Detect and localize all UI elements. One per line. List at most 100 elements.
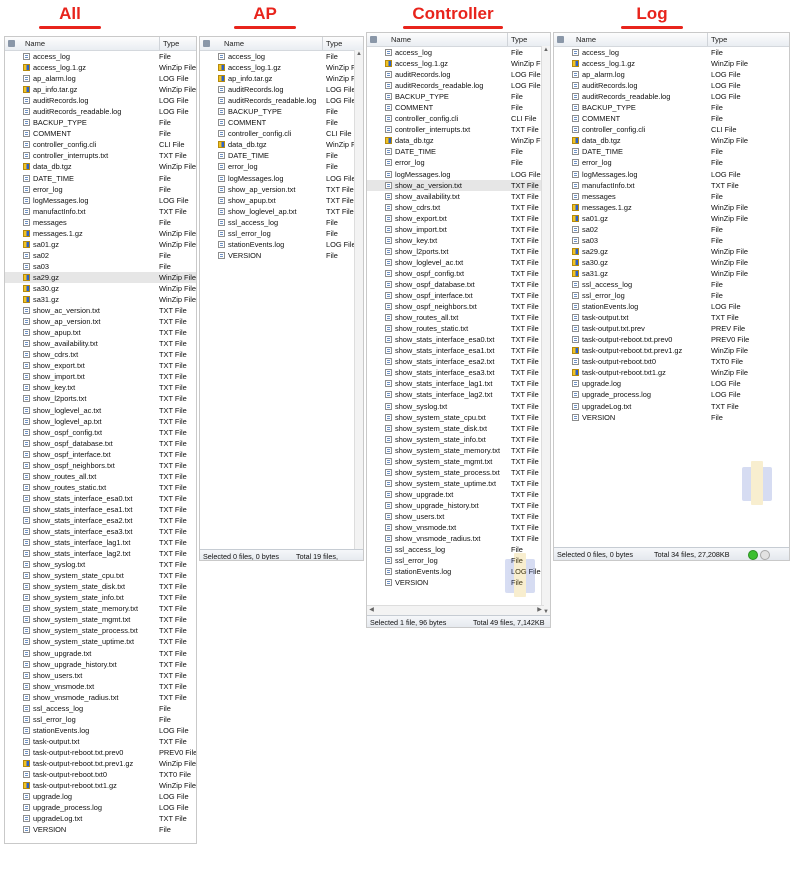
- file-row[interactable]: task-output-reboot.txt.prev1.gz WinZip Fi…: [554, 345, 789, 356]
- file-row[interactable]: auditRecords_readable.log LOG File: [200, 95, 363, 106]
- file-row[interactable]: show_import.txt TXT File: [367, 224, 550, 235]
- file-row[interactable]: ap_alarm.log LOG File: [5, 73, 196, 84]
- file-row[interactable]: ssl_error_log File: [5, 714, 196, 725]
- column-type-header[interactable]: Type: [711, 35, 727, 44]
- file-row[interactable]: access_log File: [367, 47, 550, 58]
- scroll-right-arrow-icon[interactable]: ▶: [535, 606, 544, 615]
- file-row[interactable]: data_db.tgz WinZip File: [367, 135, 550, 146]
- file-row[interactable]: show_system_state_cpu.txt TXT File: [5, 570, 196, 581]
- file-row[interactable]: COMMENT File: [200, 117, 363, 128]
- file-row[interactable]: task-output.txt TXT File: [554, 312, 789, 323]
- file-row[interactable]: error_log File: [554, 157, 789, 168]
- file-row[interactable]: VERSION File: [5, 824, 196, 835]
- file-row[interactable]: show_availability.txt TXT File: [367, 191, 550, 202]
- file-row[interactable]: logMessages.log LOG File: [5, 195, 196, 206]
- file-row[interactable]: sa01.gz WinZip File: [554, 213, 789, 224]
- file-row[interactable]: show_syslog.txt TXT File: [5, 559, 196, 570]
- column-separator[interactable]: [507, 33, 508, 46]
- file-row[interactable]: access_log.1.gz WinZip File: [200, 62, 363, 73]
- file-row[interactable]: auditRecords_readable.log LOG File: [367, 80, 550, 91]
- file-row[interactable]: VERSION File: [554, 412, 789, 423]
- file-row[interactable]: DATE_TIME File: [200, 150, 363, 161]
- file-row[interactable]: data_db.tgz WinZip File: [554, 135, 789, 146]
- file-row[interactable]: DATE_TIME File: [367, 146, 550, 157]
- file-row[interactable]: show_loglevel_ap.txt TXT File: [200, 206, 363, 217]
- file-row[interactable]: show_key.txt TXT File: [5, 382, 196, 393]
- file-row[interactable]: task-output.txt.prev PREV File: [554, 323, 789, 334]
- file-row[interactable]: VERSION File: [200, 250, 363, 261]
- file-row[interactable]: COMMENT File: [554, 113, 789, 124]
- file-row[interactable]: show_key.txt TXT File: [367, 235, 550, 246]
- file-row[interactable]: access_log.1.gz WinZip File: [367, 58, 550, 69]
- vertical-scrollbar[interactable]: ▲ ▼: [354, 50, 363, 560]
- file-row[interactable]: task-output-reboot.txt0 TXT0 File: [554, 356, 789, 367]
- file-row[interactable]: manufactInfo.txt TXT File: [554, 180, 789, 191]
- file-row[interactable]: show_ap_version.txt TXT File: [5, 316, 196, 327]
- file-row[interactable]: error_log File: [367, 157, 550, 168]
- file-row[interactable]: auditRecords_readable.log LOG File: [5, 106, 196, 117]
- file-row[interactable]: sa02 File: [5, 250, 196, 261]
- file-row[interactable]: sa29.gz WinZip File: [554, 246, 789, 257]
- file-row[interactable]: show_system_state_mgmt.txt TXT File: [367, 456, 550, 467]
- file-row[interactable]: show_system_state_disk.txt TXT File: [367, 423, 550, 434]
- column-name-header[interactable]: Name: [391, 35, 411, 44]
- file-row[interactable]: access_log File: [5, 51, 196, 62]
- file-row[interactable]: show_upgrade.txt TXT File: [367, 489, 550, 500]
- file-row[interactable]: show_ac_version.txt TXT File: [5, 305, 196, 316]
- file-row[interactable]: show_routes_all.txt TXT File: [367, 312, 550, 323]
- file-row[interactable]: show_import.txt TXT File: [5, 371, 196, 382]
- file-row[interactable]: upgrade.log LOG File: [5, 791, 196, 802]
- file-row[interactable]: controller_interrupts.txt TXT File: [367, 124, 550, 135]
- file-row[interactable]: show_stats_interface_esa0.txt TXT File: [5, 493, 196, 504]
- file-row[interactable]: show_stats_interface_esa1.txt TXT File: [5, 504, 196, 515]
- file-row[interactable]: show_export.txt TXT File: [367, 213, 550, 224]
- file-row[interactable]: ap_alarm.log LOG File: [554, 69, 789, 80]
- file-row[interactable]: show_stats_interface_lag1.txt TXT File: [5, 537, 196, 548]
- file-row[interactable]: show_loglevel_ac.txt TXT File: [5, 405, 196, 416]
- file-row[interactable]: show_vnsmode_radius.txt TXT File: [5, 692, 196, 703]
- file-row[interactable]: show_ospf_config.txt TXT File: [5, 427, 196, 438]
- file-row[interactable]: show_l2ports.txt TXT File: [367, 246, 550, 257]
- file-row[interactable]: DATE_TIME File: [554, 146, 789, 157]
- file-row[interactable]: show_vnsmode_radius.txt TXT File: [367, 533, 550, 544]
- file-row[interactable]: ap_info.tar.gz WinZip File: [5, 84, 196, 95]
- file-row[interactable]: show_ospf_neighbors.txt TXT File: [367, 301, 550, 312]
- file-row[interactable]: show_vnsmode.txt TXT File: [367, 522, 550, 533]
- file-row[interactable]: show_syslog.txt TXT File: [367, 401, 550, 412]
- file-row[interactable]: access_log.1.gz WinZip File: [5, 62, 196, 73]
- file-row[interactable]: error_log File: [5, 184, 196, 195]
- file-row[interactable]: show_vnsmode.txt TXT File: [5, 681, 196, 692]
- scroll-up-arrow-icon[interactable]: ▲: [542, 46, 550, 54]
- file-row[interactable]: show_upgrade_history.txt TXT File: [367, 500, 550, 511]
- file-row[interactable]: ssl_error_log File: [200, 228, 363, 239]
- file-row[interactable]: logMessages.log LOG File: [200, 173, 363, 184]
- file-row[interactable]: ssl_access_log File: [5, 703, 196, 714]
- file-row[interactable]: upgradeLog.txt TXT File: [554, 401, 789, 412]
- file-row[interactable]: show_loglevel_ac.txt TXT File: [367, 257, 550, 268]
- file-row[interactable]: show_system_state_disk.txt TXT File: [5, 581, 196, 592]
- file-row[interactable]: messages.1.gz WinZip File: [554, 202, 789, 213]
- vertical-scrollbar[interactable]: ▲ ▼: [541, 46, 550, 616]
- file-row[interactable]: task-output-reboot.txt.prev1.gz WinZip Fi…: [5, 758, 196, 769]
- file-row[interactable]: sa29.gz WinZip File: [5, 271, 196, 283]
- file-row[interactable]: show_stats_interface_esa3.txt TXT File: [367, 367, 550, 378]
- file-row[interactable]: auditRecords.log LOG File: [5, 95, 196, 106]
- file-row[interactable]: show_routes_static.txt TXT File: [5, 482, 196, 493]
- file-row[interactable]: auditRecords.log LOG File: [367, 69, 550, 80]
- column-name-header[interactable]: Name: [25, 39, 45, 48]
- file-row[interactable]: show_upgrade.txt TXT File: [5, 648, 196, 659]
- file-row[interactable]: show_l2ports.txt TXT File: [5, 393, 196, 404]
- file-row[interactable]: ssl_access_log File: [554, 279, 789, 290]
- file-row[interactable]: logMessages.log LOG File: [367, 169, 550, 180]
- file-row[interactable]: controller_config.cli CLI File: [554, 124, 789, 135]
- file-row[interactable]: show_stats_interface_lag1.txt TXT File: [367, 378, 550, 389]
- file-row[interactable]: sa03 File: [5, 261, 196, 272]
- file-row[interactable]: manufactInfo.txt TXT File: [5, 206, 196, 217]
- file-row[interactable]: sa30.gz WinZip File: [554, 257, 789, 268]
- file-row[interactable]: BACKUP_TYPE File: [367, 91, 550, 102]
- file-row[interactable]: controller_config.cli CLI File: [200, 128, 363, 139]
- file-row[interactable]: show_system_state_process.txt TXT File: [367, 467, 550, 478]
- file-row[interactable]: ssl_access_log File: [200, 217, 363, 228]
- column-type-header[interactable]: Type: [163, 39, 179, 48]
- horizontal-scrollbar[interactable]: ◀ ▶: [367, 605, 544, 615]
